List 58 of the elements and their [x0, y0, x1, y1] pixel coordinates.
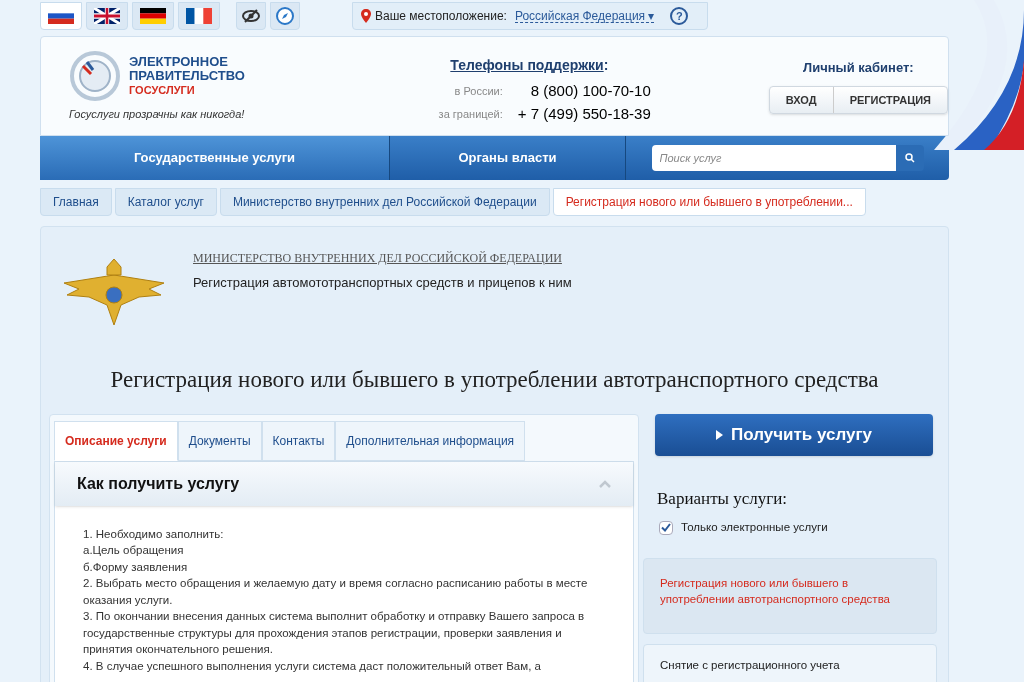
- content-tab[interactable]: Документы: [177, 420, 262, 461]
- flag-icon: [186, 8, 212, 24]
- variant-item[interactable]: Снятие с регистрационного учета: [643, 644, 937, 682]
- section-header[interactable]: Как получить услугу: [55, 461, 633, 506]
- content-tab[interactable]: Контакты: [261, 420, 336, 461]
- search-field[interactable]: Поиск услуг: [651, 145, 896, 171]
- breadcrumb-link[interactable]: Министерство внутренних дел Российской Федерации: [219, 188, 550, 216]
- flag-icon: [94, 8, 120, 24]
- phone-number: 8 (800) 100-70-10: [529, 81, 651, 101]
- logo-title: ЭЛЕКТРОННОЕ: [129, 54, 229, 69]
- play-triangle-icon: [715, 429, 723, 440]
- help-icon[interactable]: ?: [670, 7, 689, 25]
- breadcrumb-link[interactable]: Главная: [40, 188, 112, 216]
- phone-number: + 7 (499) 550-18-39: [516, 103, 651, 124]
- support-phones-link[interactable]: Телефоны поддержки: [450, 55, 604, 76]
- page-title: Регистрация нового или бывшего в употреблении автотранспортного средства: [109, 366, 880, 394]
- slogan: Госуслуги прозрачны как никогда!: [69, 106, 246, 122]
- location-label: Ваше местоположение:: [375, 8, 507, 25]
- content-tab[interactable]: Дополнительная информация: [335, 420, 526, 461]
- logo-title: ПРАВИТЕЛЬСТВО: [129, 68, 245, 83]
- phone-label: за границей:: [438, 106, 503, 122]
- get-service-button[interactable]: Получить услугу: [655, 413, 933, 456]
- compass-icon[interactable]: [270, 2, 300, 30]
- account-button[interactable]: ВХОД: [769, 86, 833, 113]
- breadcrumb-link[interactable]: Каталог услуг: [114, 188, 217, 216]
- nav-tab[interactable]: Органы власти: [390, 136, 626, 180]
- language-tab[interactable]: [132, 2, 174, 30]
- language-tab[interactable]: [86, 2, 128, 30]
- checkbox-label: Только электронные услуги: [681, 520, 828, 535]
- instruction-text: 4. В случае успешного выполнения услуги система даст положительный ответ Вам, а: [83, 658, 542, 674]
- content-tab[interactable]: Описание услуги: [54, 420, 178, 461]
- language-tab[interactable]: [178, 2, 220, 30]
- instruction-text: 2. Выбрать место обращения и желаемую дату и время согласно расписанию работы в месте оказания услуги.: [83, 576, 589, 608]
- location-dropdown[interactable]: Российская Федерация ▾: [514, 9, 655, 23]
- account-title: Личный кабинет:: [803, 59, 914, 78]
- search-icon: [904, 153, 915, 163]
- breadcrumb-link[interactable]: Регистрация нового или бывшего в употреблении...: [552, 188, 866, 216]
- instruction-text: б.Форму заявления: [83, 559, 189, 575]
- instruction-text: 3. По окончании внесения данных система выполнит обработку и отправку Вашего запроса в государственные структуры для прохождения этапов регистрации, проверки заявления и принятия окончательного решения.: [83, 609, 586, 657]
- map-pin-icon: [361, 9, 371, 23]
- category-text: Регистрация автомототранспортных средств и прицепов к ним: [193, 274, 572, 292]
- section-title: Как получить услугу: [77, 473, 240, 494]
- language-tab[interactable]: [40, 2, 82, 30]
- logo-icon: [69, 49, 121, 102]
- account-button[interactable]: РЕГИСТРАЦИЯ: [832, 86, 947, 113]
- instruction-text: а.Цель обращения: [83, 543, 185, 558]
- variants-title: Варианты услуги:: [657, 487, 789, 510]
- checkbox[interactable]: [659, 520, 673, 535]
- variant-item[interactable]: Регистрация нового или бывшего в употреблении автотранспортного средства: [643, 558, 937, 635]
- search-button[interactable]: [895, 145, 924, 171]
- nav-tab[interactable]: Государственные услуги: [40, 136, 390, 180]
- accessibility-eye-icon[interactable]: [236, 2, 266, 30]
- instruction-text: 1. Необходимо заполнить:: [83, 526, 225, 542]
- colon-text: :: [603, 56, 609, 75]
- logo-subtitle: ГОСУСЛУГИ: [129, 82, 196, 97]
- flag-icon: [140, 8, 166, 24]
- phone-label: в России:: [454, 84, 503, 99]
- agency-link[interactable]: МИНИСТЕРСТВО ВНУТРЕННИХ ДЕЛ РОССИЙСКОЙ ФЕДЕРАЦИИ: [193, 249, 572, 267]
